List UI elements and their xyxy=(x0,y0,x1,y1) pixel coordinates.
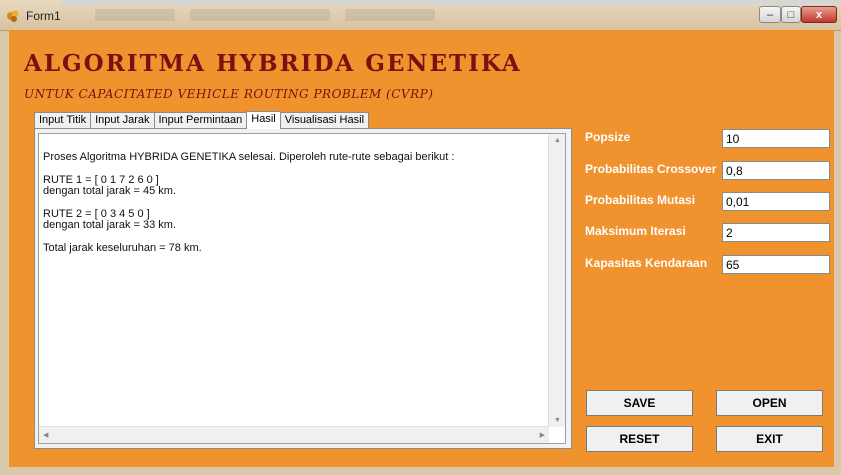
save-button[interactable]: SAVE xyxy=(586,390,693,416)
result-line: Proses Algoritma HYBRIDA GENETIKA selesa… xyxy=(43,151,455,163)
exit-button[interactable]: EXIT xyxy=(716,426,823,452)
tab-panel-hasil: Proses Algoritma HYBRIDA GENETIKA selesa… xyxy=(34,128,572,449)
vertical-scrollbar[interactable]: ▲ ▼ xyxy=(548,134,565,427)
tab-input-permintaan[interactable]: Input Permintaan xyxy=(153,112,248,128)
open-button[interactable]: OPEN xyxy=(716,390,823,416)
window-titlebar: Form1 – □ x xyxy=(0,0,841,31)
max-iteration-label: Maksimum Iterasi xyxy=(585,224,686,238)
toolbar-ghost-strip xyxy=(60,0,840,5)
scroll-down-icon[interactable]: ▼ xyxy=(554,417,561,424)
popsize-label: Popsize xyxy=(585,130,631,144)
maximize-button[interactable]: □ xyxy=(781,6,801,23)
result-text: Proses Algoritma HYBRIDA GENETIKA selesa… xyxy=(43,152,548,254)
scroll-up-icon[interactable]: ▲ xyxy=(554,137,561,144)
crossover-probability-label: Probabilitas Crossover xyxy=(585,162,717,176)
toolbar-ghost xyxy=(190,9,330,21)
popsize-input[interactable] xyxy=(722,129,830,148)
page-title: ALGORITMA HYBRIDA GENETIKA xyxy=(24,50,522,77)
route-1-distance: dengan total jarak = 45 km. xyxy=(43,185,176,197)
horizontal-scrollbar[interactable]: ◀ ▶ xyxy=(39,426,549,443)
window-title: Form1 xyxy=(26,9,61,23)
vehicle-capacity-input[interactable] xyxy=(722,255,830,274)
tab-hasil[interactable]: Hasil xyxy=(246,111,281,129)
minimize-button[interactable]: – xyxy=(759,6,781,23)
max-iteration-input[interactable] xyxy=(722,223,830,242)
form-body: ALGORITMA HYBRIDA GENETIKA UNTUK CAPACIT… xyxy=(9,30,834,467)
tab-visualisasi-hasil[interactable]: Visualisasi Hasil xyxy=(279,112,370,128)
mutation-probability-input[interactable] xyxy=(722,192,830,211)
vehicle-capacity-label: Kapasitas Kendaraan xyxy=(585,256,708,270)
reset-button[interactable]: RESET xyxy=(586,426,693,452)
mutation-probability-label: Probabilitas Mutasi xyxy=(585,193,696,207)
scroll-right-icon[interactable]: ▶ xyxy=(540,431,545,439)
app-icon xyxy=(7,10,19,22)
close-button[interactable]: x xyxy=(801,6,837,23)
scroll-left-icon[interactable]: ◀ xyxy=(43,431,48,439)
tab-input-titik[interactable]: Input Titik xyxy=(34,112,92,128)
toolbar-ghost xyxy=(345,9,435,21)
total-distance: Total jarak keseluruhan = 78 km. xyxy=(43,242,202,254)
result-textbox[interactable]: Proses Algoritma HYBRIDA GENETIKA selesa… xyxy=(38,133,566,444)
page-subtitle: UNTUK CAPACITATED VEHICLE ROUTING PROBLE… xyxy=(24,87,434,101)
crossover-probability-input[interactable] xyxy=(722,161,830,180)
toolbar-ghost xyxy=(95,9,175,21)
route-2-distance: dengan total jarak = 33 km. xyxy=(43,219,176,231)
tab-strip: Input Titik Input Jarak Input Permintaan… xyxy=(34,111,370,129)
tab-input-jarak[interactable]: Input Jarak xyxy=(90,112,155,128)
